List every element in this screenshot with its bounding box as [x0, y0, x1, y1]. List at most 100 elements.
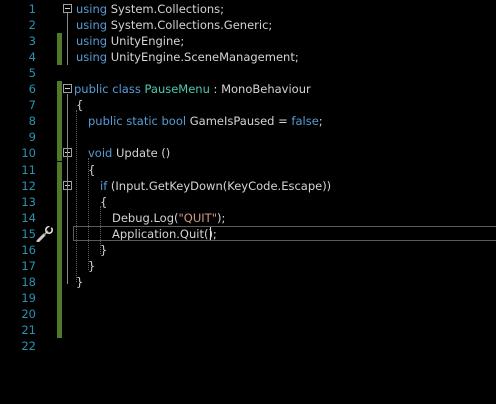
code-token: using [76, 50, 108, 65]
line-number: 10 [21, 146, 36, 161]
change-indicator [57, 129, 62, 146]
change-indicator [57, 145, 62, 162]
code-token: bool [161, 114, 187, 129]
code-token: using [76, 34, 108, 49]
line-number: 22 [21, 339, 36, 354]
change-indicator [57, 322, 62, 338]
code-line-19[interactable]: 19 [0, 289, 496, 306]
code-line-1[interactable]: 1 using System.Collections; [0, 1, 496, 17]
code-line-14[interactable]: 14 Debug.Log("QUIT"); [0, 209, 496, 226]
change-indicator [57, 273, 62, 290]
code-line-18[interactable]: 18} [0, 273, 496, 290]
code-line-22[interactable]: 22 [0, 338, 496, 354]
code-token: System.Collections.Generic; [107, 18, 273, 33]
line-number: 2 [28, 18, 36, 33]
code-line-5[interactable]: 5 [0, 65, 496, 81]
code-line-12[interactable]: 12 if (Input.GetKeyDown(KeyCode.Escape)) [0, 177, 496, 194]
code-token: class [112, 82, 141, 97]
code-line-7[interactable]: 7{ [0, 97, 496, 114]
code-text: } [76, 274, 83, 290]
code-token: GameIsPaused = [186, 114, 292, 129]
code-token: PauseMenu [144, 82, 210, 97]
code-text: using UnityEngine; [76, 33, 184, 49]
code-token: public [74, 82, 109, 97]
code-token: { [88, 162, 96, 177]
code-line-21[interactable]: 21 [0, 322, 496, 338]
code-text: void Update () [88, 145, 170, 161]
code-token: { [100, 194, 108, 209]
change-indicator [57, 161, 62, 178]
change-indicator [57, 177, 62, 194]
code-text: using System.Collections; [76, 1, 224, 17]
change-indicator [57, 33, 62, 50]
code-text: { [76, 97, 83, 113]
line-number: 16 [21, 242, 36, 257]
change-indicator [57, 225, 62, 242]
change-indicator [57, 209, 62, 226]
code-line-4[interactable]: 4 using UnityEngine.SceneManagement; [0, 49, 496, 66]
line-number: 20 [21, 306, 36, 321]
code-token: ; [318, 114, 323, 129]
code-token: false [291, 114, 319, 129]
screwdriver-icon[interactable] [36, 225, 54, 243]
change-indicator [57, 241, 62, 258]
line-number: 13 [21, 194, 36, 209]
code-token: using [76, 18, 108, 33]
line-number: 1 [28, 2, 36, 16]
code-line-13[interactable]: 13 { [0, 193, 496, 210]
line-number: 8 [28, 114, 36, 129]
code-token: } [88, 258, 96, 273]
code-token: Debug.Log( [112, 210, 179, 225]
code-token: void [88, 146, 113, 161]
code-line-17[interactable]: 17} [0, 257, 496, 274]
code-token: } [76, 274, 84, 289]
line-number: 15 [21, 226, 36, 241]
code-token: UnityEngine; [107, 34, 185, 49]
code-token: (Input.GetKeyDown(KeyCode.Escape)) [107, 178, 332, 193]
code-token: { [76, 98, 84, 113]
code-line-2[interactable]: 2 using System.Collections.Generic; [0, 17, 496, 33]
change-indicator [57, 289, 62, 306]
code-line-6[interactable]: 6 public class PauseMenu : MonoBehaviour [0, 81, 496, 98]
change-indicator [57, 305, 62, 322]
code-token: System.Collections; [107, 2, 225, 16]
current-line-highlight [73, 226, 496, 241]
code-line-10[interactable]: 10 void Update () [0, 145, 496, 162]
code-line-9[interactable]: 9 [0, 129, 496, 146]
code-text: Debug.Log("QUIT"); [112, 210, 225, 226]
code-token: static [126, 114, 158, 129]
code-line-3[interactable]: 3 using UnityEngine; [0, 33, 496, 50]
collapse-icon[interactable] [63, 84, 72, 94]
code-text: using UnityEngine.SceneManagement; [76, 49, 299, 65]
indent-guide [88, 158, 89, 270]
code-line-20[interactable]: 20 [0, 305, 496, 322]
fold-outline [67, 13, 68, 65]
text-caret [210, 227, 211, 240]
code-token: UnityEngine.SceneManagement; [107, 50, 299, 65]
code-editor[interactable]: 1 using System.Collections; 2 using System.… [0, 0, 496, 404]
code-text: public class PauseMenu : MonoBehaviour [74, 81, 311, 97]
code-token: } [100, 242, 108, 257]
code-token: : MonoBehaviour [209, 82, 311, 97]
code-text: { [88, 162, 95, 178]
line-number: 21 [21, 323, 36, 337]
code-text: using System.Collections.Generic; [76, 17, 272, 33]
code-text: { [100, 194, 107, 210]
code-text: public static bool GameIsPaused = false; [88, 113, 323, 129]
change-indicator [57, 97, 62, 114]
line-number: 17 [21, 258, 36, 273]
line-number: 6 [28, 82, 36, 97]
change-indicator [57, 113, 62, 130]
code-line-16[interactable]: 16} [0, 241, 496, 258]
line-number: 5 [28, 66, 36, 81]
collapse-icon[interactable] [63, 4, 72, 13]
change-indicator [57, 49, 62, 66]
fold-outline [67, 94, 68, 284]
code-line-11[interactable]: 11 { [0, 161, 496, 178]
change-indicator [57, 81, 62, 98]
line-number: 7 [28, 98, 36, 113]
code-token: "QUIT" [178, 210, 217, 225]
code-line-8[interactable]: 8 public static bool GameIsPaused = false… [0, 113, 496, 130]
line-number: 4 [28, 50, 36, 65]
line-number: 19 [21, 290, 36, 305]
